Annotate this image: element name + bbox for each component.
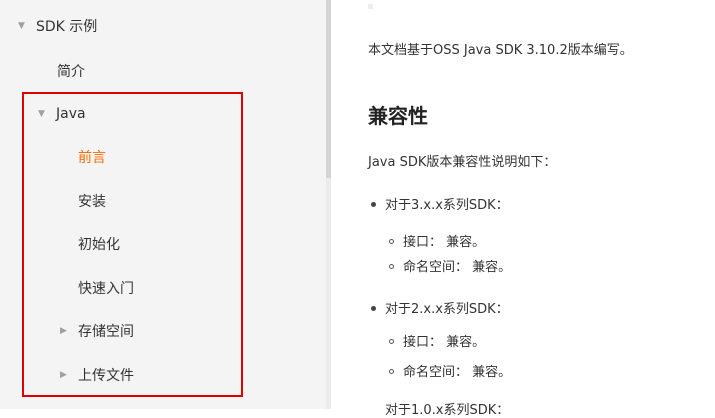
- sidebar-item-label: Java: [56, 106, 86, 122]
- intro-text: 本文档基于OSS Java SDK 3.10.2版本编写。: [368, 43, 633, 58]
- caret-down-icon: ▼: [38, 109, 45, 119]
- group-namespace: 命名空间： 兼容。: [403, 260, 512, 275]
- sidebar-item-quickstart[interactable]: 快速入门: [0, 269, 326, 307]
- sidebar-nav: ▼ SDK 示例 简介 ▼ Java 前言 安装 初始化 快速入门 ▶ 存储空间…: [0, 0, 326, 409]
- caret-down-icon: ▼: [18, 21, 25, 31]
- sidebar-item-init[interactable]: 初始化: [0, 225, 326, 263]
- sub-bullet-icon: [389, 369, 394, 374]
- sidebar-item-label: 存储空间: [78, 324, 134, 340]
- sub-bullet-icon: [389, 339, 394, 344]
- sidebar-item-label: 上传文件: [78, 368, 134, 384]
- sidebar-item-intro[interactable]: 简介: [0, 52, 326, 90]
- sidebar-item-preface[interactable]: 前言: [0, 138, 326, 176]
- sub-bullet-icon: [389, 264, 394, 269]
- sidebar-item-sdk-examples[interactable]: ▼ SDK 示例: [0, 7, 326, 45]
- compat-desc: Java SDK版本兼容性说明如下：: [368, 155, 557, 170]
- sidebar-item-java[interactable]: ▼ Java: [0, 95, 326, 133]
- caret-right-icon: ▶: [60, 326, 67, 336]
- sidebar-item-storage[interactable]: ▶ 存储空间: [0, 312, 326, 350]
- group-namespace: 命名空间： 兼容。: [403, 365, 512, 380]
- sub-bullet-icon: [389, 239, 394, 244]
- bullet-icon: [371, 202, 376, 207]
- sidebar-item-label: 初始化: [78, 237, 120, 253]
- group-title: 对于3.x.x系列SDK：: [385, 198, 509, 213]
- decorative-dot: [368, 4, 373, 9]
- sidebar-item-label: 快速入门: [78, 281, 134, 297]
- group-title: 对于2.x.x系列SDK：: [385, 302, 509, 317]
- caret-right-icon: ▶: [60, 370, 67, 380]
- group-interface: 接口： 兼容。: [403, 235, 486, 250]
- sidebar-item-label: 简介: [57, 64, 85, 80]
- section-heading: 兼容性: [368, 104, 428, 128]
- bullet-icon: [371, 306, 376, 311]
- group-interface: 接口： 兼容。: [403, 335, 486, 350]
- main-content: 本文档基于OSS Java SDK 3.10.2版本编写。 兼容性 Java S…: [331, 0, 715, 418]
- sidebar-item-upload[interactable]: ▶ 上传文件: [0, 356, 326, 394]
- sidebar-item-label: 安装: [78, 194, 106, 210]
- sidebar-item-install[interactable]: 安装: [0, 182, 326, 220]
- sidebar-item-label: SDK 示例: [36, 19, 98, 35]
- sidebar-item-label: 前言: [78, 150, 106, 166]
